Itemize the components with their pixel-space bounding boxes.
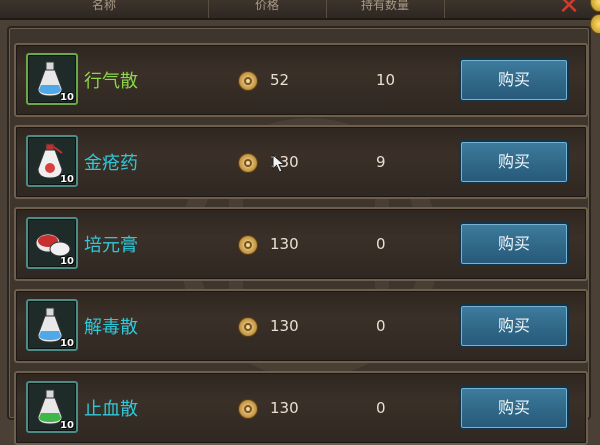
stack-count: 10 bbox=[60, 92, 74, 103]
column-name-header: 名称 bbox=[0, 0, 209, 18]
buy-button[interactable]: 购买 bbox=[459, 140, 569, 184]
held-quantity: 0 bbox=[376, 317, 386, 335]
list-item: 10 解毒散 130 0 购买 bbox=[14, 289, 588, 363]
held-quantity: 0 bbox=[376, 399, 386, 417]
item-slot[interactable]: 10 bbox=[26, 135, 78, 187]
column-price-header: 价格 bbox=[208, 0, 327, 18]
item-name: 解毒散 bbox=[84, 317, 138, 338]
coin-icon bbox=[238, 235, 258, 255]
item-slot[interactable]: 10 bbox=[26, 381, 78, 433]
table-header: 名称 价格 持有数量 ✕ bbox=[0, 0, 600, 34]
item-slot[interactable]: 10 bbox=[26, 299, 78, 351]
stack-count: 10 bbox=[60, 174, 74, 185]
column-held-header: 持有数量 bbox=[326, 0, 445, 18]
buy-button[interactable]: 购买 bbox=[459, 386, 569, 430]
item-name: 止血散 bbox=[84, 399, 138, 420]
list-item: 10 金疮药 130 9 购买 bbox=[14, 125, 588, 199]
buy-button[interactable]: 购买 bbox=[459, 222, 569, 266]
item-price: 130 bbox=[270, 317, 299, 335]
stack-count: 10 bbox=[60, 338, 74, 349]
held-quantity: 10 bbox=[376, 71, 396, 89]
held-quantity: 9 bbox=[376, 153, 386, 171]
coin-icon bbox=[238, 317, 258, 337]
item-price: 130 bbox=[270, 235, 299, 253]
list-item: 10 培元膏 130 0 购买 bbox=[14, 207, 588, 281]
item-price: 52 bbox=[270, 71, 290, 89]
stack-count: 10 bbox=[60, 256, 74, 267]
item-name: 培元膏 bbox=[84, 235, 138, 256]
close-icon[interactable]: ✕ bbox=[556, 0, 582, 19]
coin-icon bbox=[238, 399, 258, 419]
coin-icon bbox=[238, 153, 258, 173]
item-price: 130 bbox=[270, 399, 299, 417]
coin-icon bbox=[238, 71, 258, 91]
buy-button[interactable]: 购买 bbox=[459, 304, 569, 348]
held-quantity: 0 bbox=[376, 235, 386, 253]
item-name: 金疮药 bbox=[84, 153, 138, 174]
item-slot[interactable]: 10 bbox=[26, 53, 78, 105]
gold-ornament-icon bbox=[590, 14, 600, 34]
item-name: 行气散 bbox=[84, 71, 138, 92]
buy-button[interactable]: 购买 bbox=[459, 58, 569, 102]
mouse-cursor-icon bbox=[272, 154, 286, 173]
gold-ornament-icon bbox=[590, 0, 600, 12]
list-item: 10 行气散 52 10 购买 bbox=[14, 43, 588, 117]
list-item: 10 止血散 130 0 购买 bbox=[14, 371, 588, 445]
item-slot[interactable]: 10 bbox=[26, 217, 78, 269]
stack-count: 10 bbox=[60, 420, 74, 431]
